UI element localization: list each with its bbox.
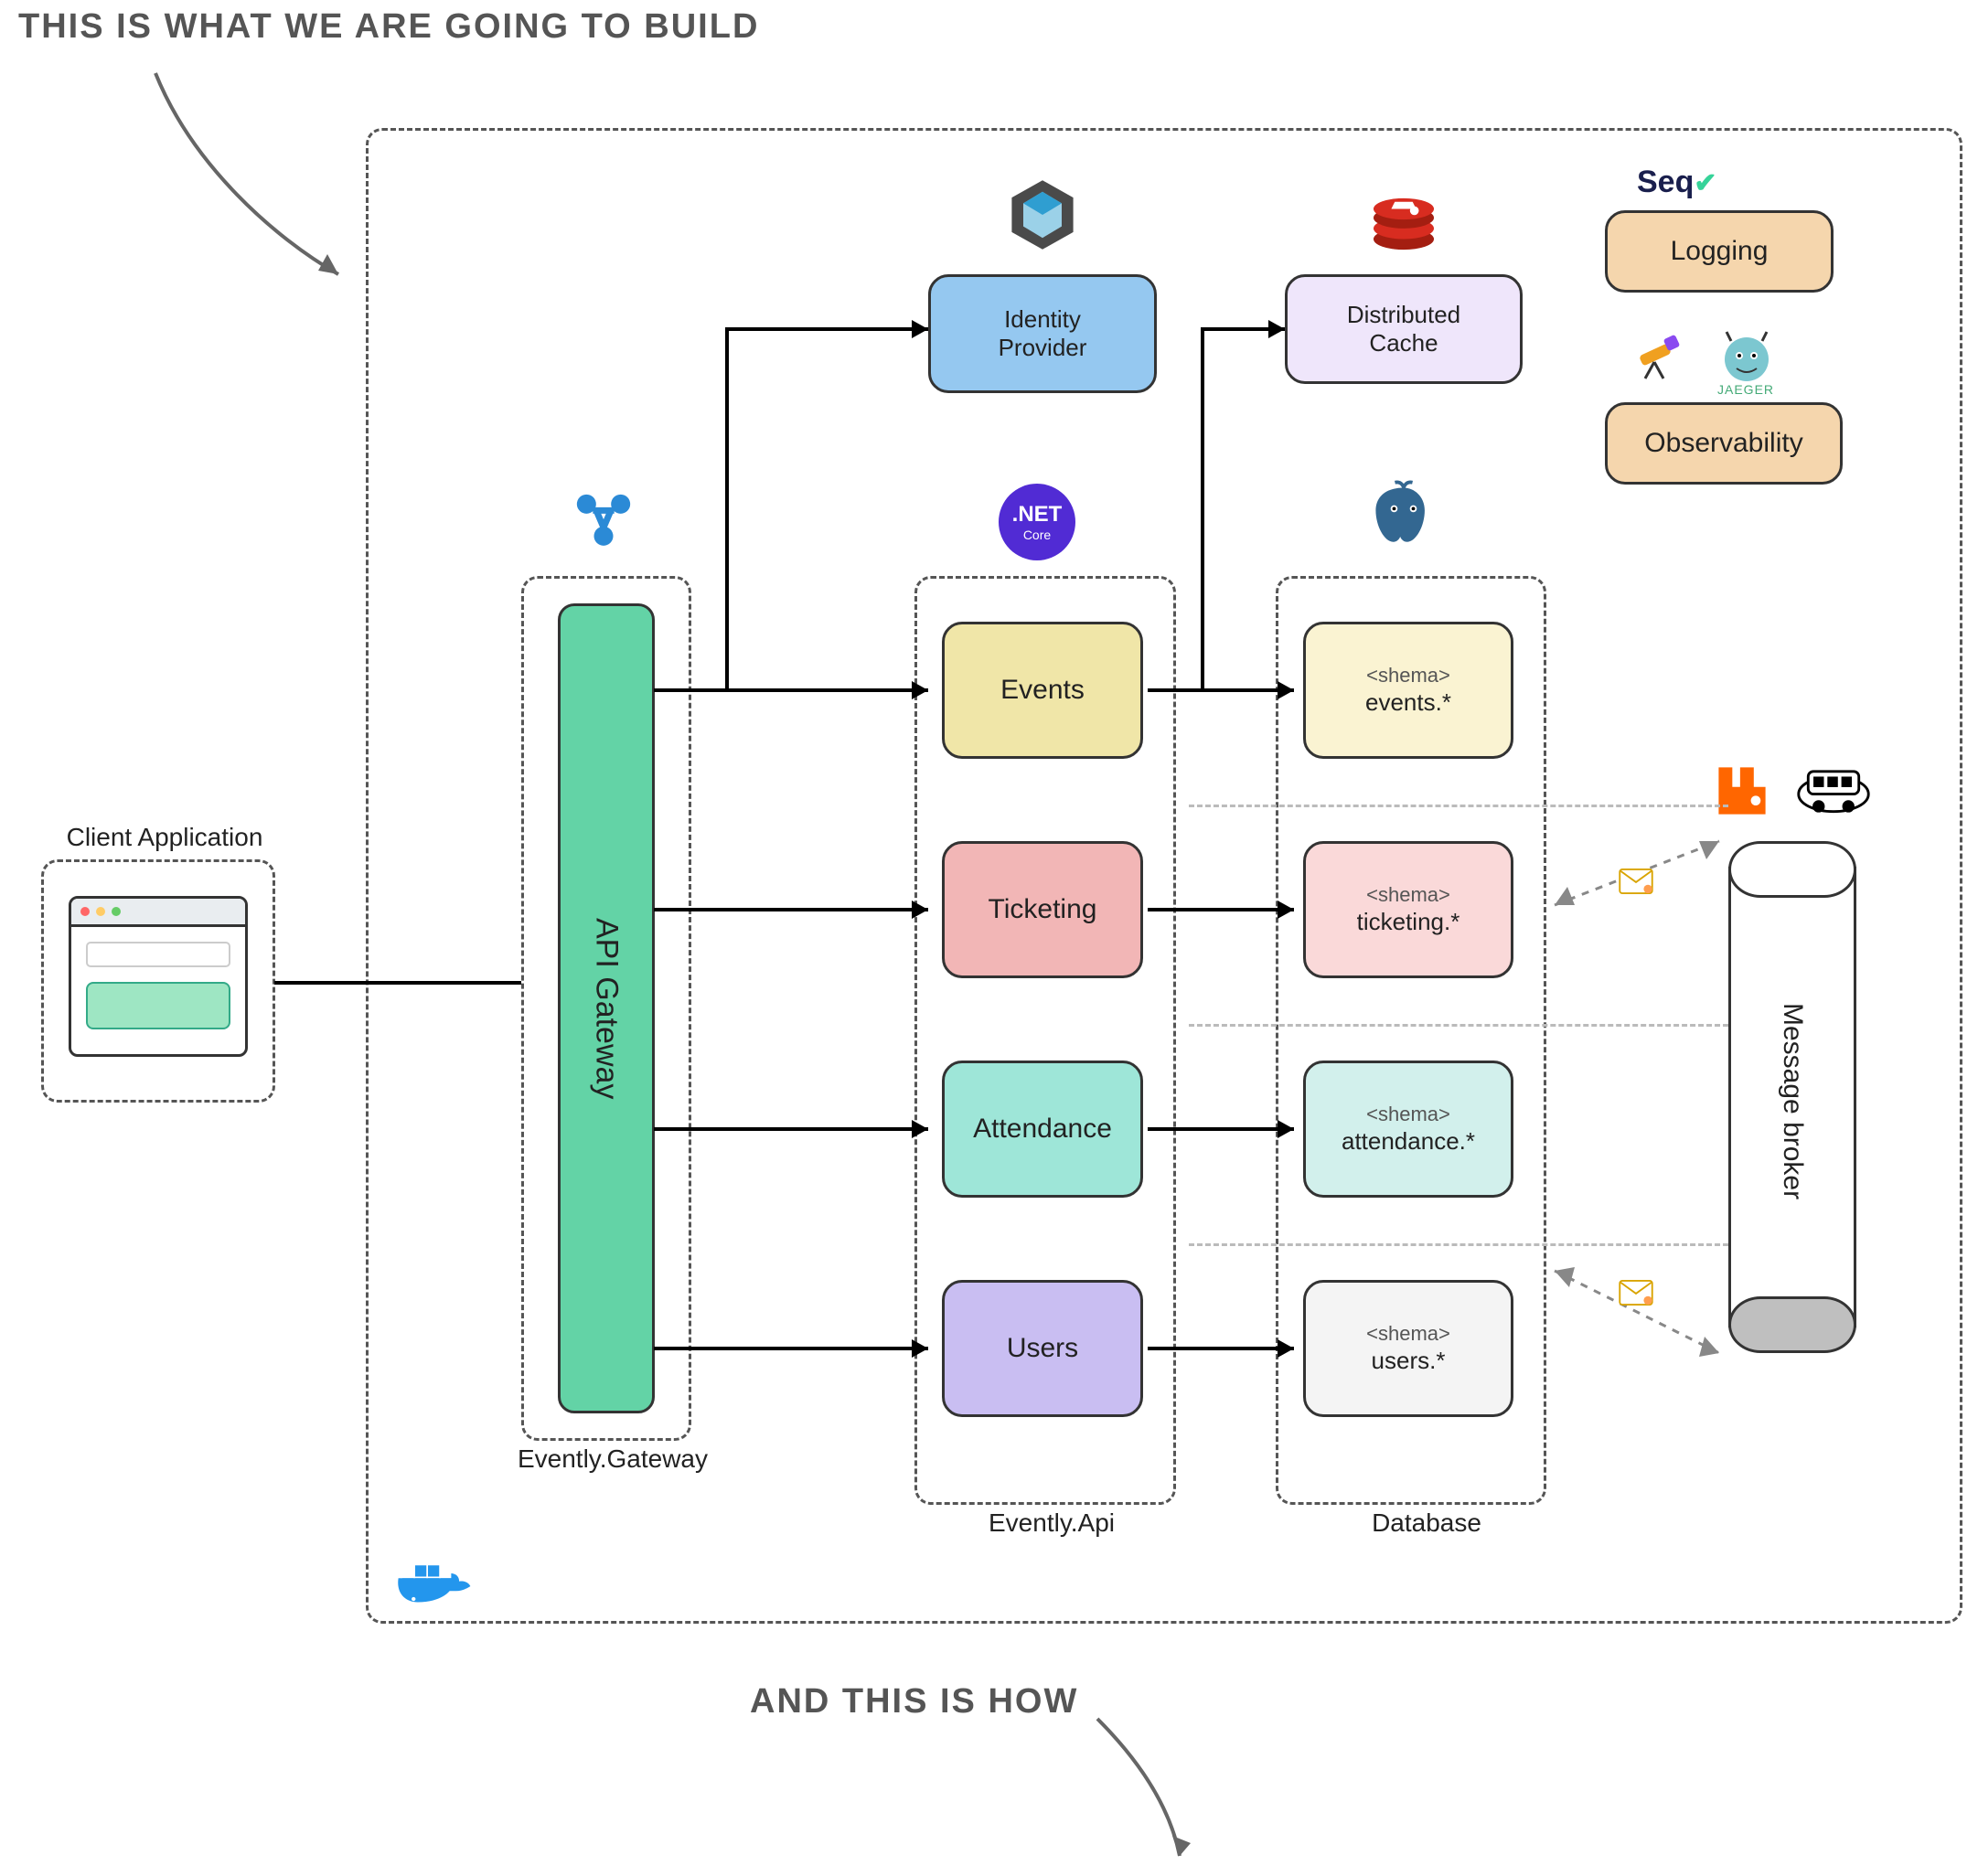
- schema-events: <shema> events.*: [1303, 622, 1513, 759]
- rabbitmq-icon: [1710, 759, 1774, 823]
- observability-node: Observability: [1605, 402, 1843, 485]
- caption-top: THIS IS WHAT WE ARE GOING TO BUILD: [18, 7, 759, 47]
- api-gateway-bar: API Gateway: [558, 603, 655, 1413]
- module-events: Events: [942, 622, 1143, 759]
- evently-api-caption: Evently.Api: [951, 1508, 1152, 1538]
- arrow-gw-users: [654, 1335, 946, 1362]
- caption-bottom: AND THIS IS HOW: [750, 1682, 1078, 1721]
- schema-users: <shema> users.*: [1303, 1280, 1513, 1417]
- browser-window-icon: [69, 896, 248, 1057]
- envelope-icon: [1619, 1280, 1653, 1306]
- seq-tick-icon: ✔: [1694, 168, 1716, 198]
- gateway-caption: Evently.Gateway: [508, 1444, 718, 1474]
- docker-icon: [393, 1554, 476, 1618]
- arrow-gw-events: [654, 677, 946, 704]
- api-gateway-label: API Gateway: [589, 918, 625, 1099]
- arrow-decorative-bottom: [1088, 1710, 1271, 1865]
- arrow-ticketing-db: [1148, 896, 1312, 923]
- module-ticketing: Ticketing: [942, 841, 1143, 978]
- arrow-gw-ticketing: [654, 896, 946, 923]
- jaeger-brand-label: JAEGER: [1717, 382, 1774, 397]
- arrow-users-db: [1148, 1335, 1312, 1362]
- dash-arrow-in-bot: [1545, 1262, 1737, 1371]
- arrow-attendance-db: [1148, 1115, 1312, 1143]
- postgres-icon: [1363, 475, 1445, 558]
- module-users: Users: [942, 1280, 1143, 1417]
- diagram-canvas: THIS IS WHAT WE ARE GOING TO BUILD Clien…: [0, 0, 1978, 1876]
- identity-provider-node: Identity Provider: [928, 274, 1157, 393]
- database-caption: Database: [1335, 1508, 1518, 1538]
- arrow-api-to-cache: [1148, 274, 1312, 704]
- yarp-icon: [567, 485, 640, 558]
- dash-events-broker: [1189, 805, 1728, 807]
- message-broker-cylinder: Message broker: [1728, 841, 1856, 1353]
- module-attendance: Attendance: [942, 1061, 1143, 1198]
- seq-brand-label: Seq✔: [1637, 165, 1717, 200]
- client-app-title: Client Application: [41, 823, 288, 852]
- arrow-gw-attendance: [654, 1115, 946, 1143]
- masstransit-icon: [1792, 750, 1875, 823]
- schema-ticketing: <shema> ticketing.*: [1303, 841, 1513, 978]
- message-broker-label: Message broker: [1777, 1003, 1808, 1199]
- svg-text:Core: Core: [1023, 528, 1052, 542]
- arrow-events-db: [1148, 677, 1312, 704]
- dash-ticketing-broker: [1189, 1024, 1728, 1027]
- telescope-icon: [1628, 325, 1692, 389]
- logging-node: Logging: [1605, 210, 1834, 293]
- arrow-client-to-gateway: [274, 965, 558, 1001]
- svg-text:.NET: .NET: [1012, 502, 1063, 527]
- redis-icon: [1367, 187, 1440, 261]
- envelope-icon: [1619, 869, 1653, 894]
- schema-attendance: <shema> attendance.*: [1303, 1061, 1513, 1198]
- dotnet-icon: .NET Core: [995, 480, 1079, 564]
- arrow-decorative-top: [137, 55, 357, 293]
- dash-attendance-broker: [1189, 1243, 1728, 1246]
- distributed-cache-node: Distributed Cache: [1285, 274, 1523, 384]
- keycloak-icon: [1001, 174, 1084, 256]
- arrow-gateway-to-identity: [654, 274, 946, 704]
